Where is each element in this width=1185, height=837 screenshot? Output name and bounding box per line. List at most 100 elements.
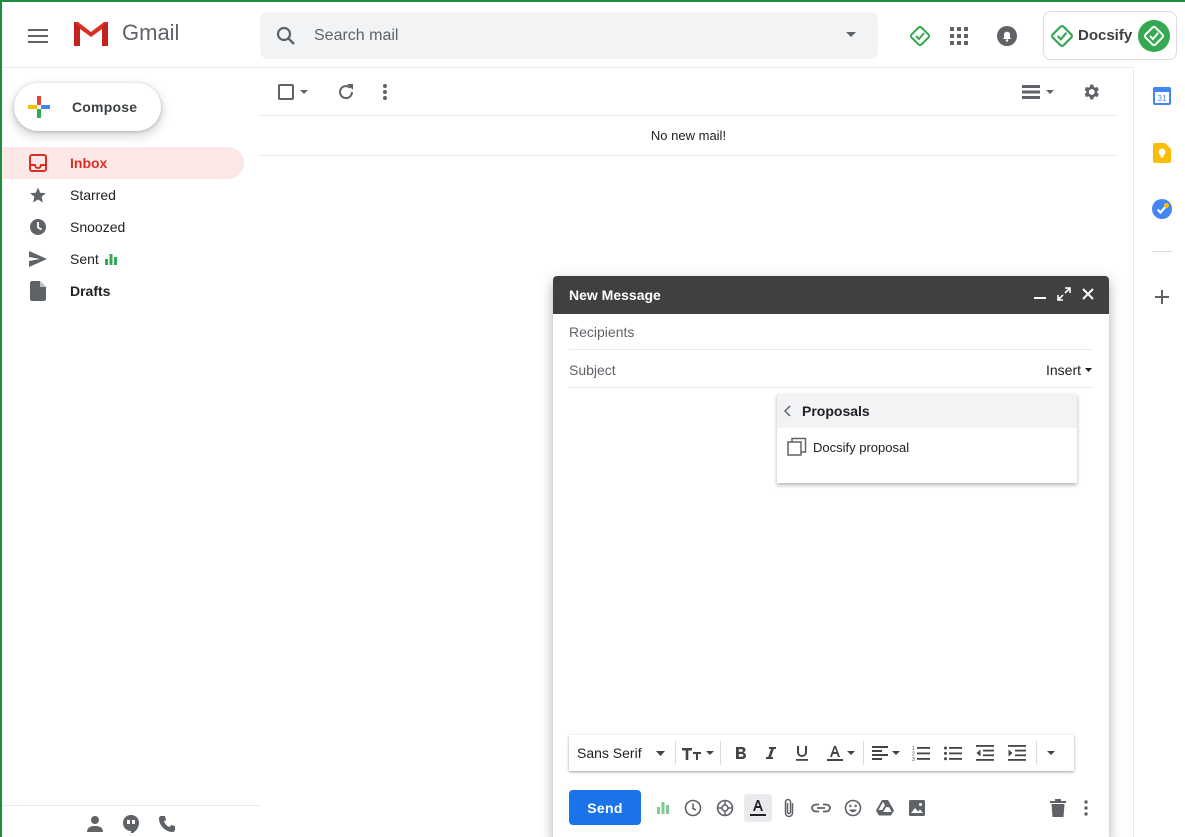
svg-text:31: 31	[1158, 94, 1167, 103]
insert-photo-button[interactable]	[905, 796, 929, 820]
search-input[interactable]	[314, 26, 814, 45]
gmail-m-icon	[74, 22, 108, 46]
compose-header[interactable]: New Message	[553, 276, 1109, 314]
insert-dropdown-button[interactable]: Insert	[1046, 362, 1092, 378]
toolbar-divider	[260, 115, 1117, 116]
density-icon	[1022, 85, 1040, 99]
sidebar-item-inbox[interactable]: Inbox	[2, 147, 244, 179]
close-icon[interactable]	[1081, 287, 1095, 301]
format-separator	[674, 741, 676, 765]
chevron-down-icon	[1046, 751, 1055, 755]
sidebar-item-starred[interactable]: Starred	[2, 179, 244, 211]
keep-addon-button[interactable]	[1153, 143, 1171, 163]
recipients-field[interactable]: Recipients	[569, 314, 1092, 350]
formatting-options-button[interactable]	[744, 794, 772, 822]
person-icon[interactable]	[86, 815, 104, 833]
hangouts-icon[interactable]	[122, 815, 140, 833]
sidebar-item-sent[interactable]: Sent	[2, 243, 244, 275]
select-all-checkbox[interactable]	[278, 84, 308, 100]
google-drive-button[interactable]	[873, 796, 897, 820]
apps-button[interactable]	[943, 20, 975, 52]
bold-button[interactable]	[735, 739, 747, 767]
insert-dropdown-menu: Proposals Docsify proposal	[777, 394, 1077, 483]
gear-icon	[1084, 84, 1099, 100]
fullscreen-icon[interactable]	[1057, 287, 1071, 301]
formatting-toolbar: Sans Serif 123	[569, 735, 1074, 771]
main-menu-button[interactable]	[24, 22, 52, 50]
calendar-icon: 31	[1153, 87, 1171, 105]
sidebar-item-label: Starred	[70, 187, 116, 203]
format-separator	[719, 741, 721, 765]
sidebar-item-label: Snoozed	[70, 219, 126, 235]
gmail-logo[interactable]: Gmail	[72, 18, 179, 48]
chevron-down-icon	[300, 90, 308, 94]
bulleted-list-button[interactable]	[943, 739, 962, 767]
text-size-icon	[681, 748, 701, 760]
bold-icon	[735, 747, 746, 759]
sidebar-item-drafts[interactable]: Drafts	[2, 275, 244, 307]
tasks-addon-button[interactable]	[1152, 199, 1172, 219]
star-icon	[28, 185, 48, 205]
chevron-left-icon[interactable]	[784, 405, 792, 417]
search-options-icon[interactable]	[846, 32, 856, 37]
dropdown-item-docsify-proposal[interactable]: Docsify proposal	[777, 428, 1077, 466]
discard-draft-button[interactable]	[1046, 796, 1070, 820]
indent-less-button[interactable]	[975, 739, 994, 767]
tracking-button[interactable]	[651, 796, 675, 820]
insert-link-button[interactable]	[809, 796, 833, 820]
font-size-button[interactable]	[681, 739, 714, 767]
format-separator	[1035, 741, 1037, 765]
hamburger-icon	[28, 29, 48, 43]
chevron-down-icon	[705, 751, 714, 755]
italic-button[interactable]	[765, 739, 777, 767]
search-icon[interactable]	[274, 24, 298, 48]
docsify-extension-button[interactable]	[904, 20, 936, 52]
font-family-select[interactable]: Sans Serif	[577, 745, 665, 761]
docsify-logo-icon	[1051, 24, 1073, 47]
inbox-icon	[28, 153, 48, 173]
docsify-avatar-icon	[1138, 19, 1171, 52]
align-button[interactable]	[871, 739, 900, 767]
sidebar-item-label: Drafts	[70, 283, 111, 299]
schedule-button[interactable]	[681, 796, 705, 820]
chevron-down-icon	[891, 751, 900, 755]
more-vert-icon	[383, 84, 387, 100]
bell-icon	[997, 26, 1017, 46]
search-bar[interactable]	[260, 12, 878, 59]
subject-field[interactable]: Subject Insert	[569, 352, 1092, 388]
docsify-templates-button[interactable]	[713, 796, 737, 820]
phone-icon[interactable]	[158, 815, 176, 833]
minimize-icon[interactable]	[1033, 287, 1047, 301]
dropdown-item-label: Docsify proposal	[813, 439, 910, 455]
notifications-button[interactable]	[991, 20, 1023, 52]
compose-window: New Message Recipients Subject Insert Pr…	[553, 276, 1109, 837]
emoji-icon	[844, 799, 862, 817]
insert-emoji-button[interactable]	[841, 796, 865, 820]
side-panel-separator	[1152, 251, 1172, 252]
compose-button[interactable]: Compose	[14, 83, 161, 131]
numbered-list-button[interactable]: 123	[912, 739, 930, 767]
chevron-down-icon	[655, 750, 665, 756]
density-toggle[interactable]	[1022, 85, 1054, 99]
sidebar-item-snoozed[interactable]: Snoozed	[2, 211, 244, 243]
more-options-button[interactable]	[381, 83, 389, 101]
calendar-addon-button[interactable]: 31	[1153, 87, 1171, 105]
text-color-button[interactable]	[826, 739, 855, 767]
apps-grid-icon	[950, 27, 968, 45]
paperclip-icon	[784, 798, 794, 818]
send-button[interactable]: Send	[569, 790, 641, 825]
indent-more-button[interactable]	[1007, 739, 1026, 767]
refresh-button[interactable]	[336, 82, 356, 102]
more-options-button[interactable]	[1074, 796, 1098, 820]
refresh-icon	[339, 84, 354, 100]
more-formatting-button[interactable]	[1046, 739, 1055, 767]
settings-button[interactable]	[1081, 82, 1101, 102]
recipients-placeholder: Recipients	[569, 323, 635, 340]
drive-icon	[876, 800, 894, 816]
underline-button[interactable]	[795, 739, 809, 767]
get-addons-button[interactable]	[1155, 290, 1169, 304]
docsify-account-button[interactable]: Docsify	[1043, 11, 1177, 60]
trash-icon	[1050, 799, 1066, 817]
attach-file-button[interactable]	[777, 796, 801, 820]
bulleted-list-icon	[943, 746, 962, 761]
